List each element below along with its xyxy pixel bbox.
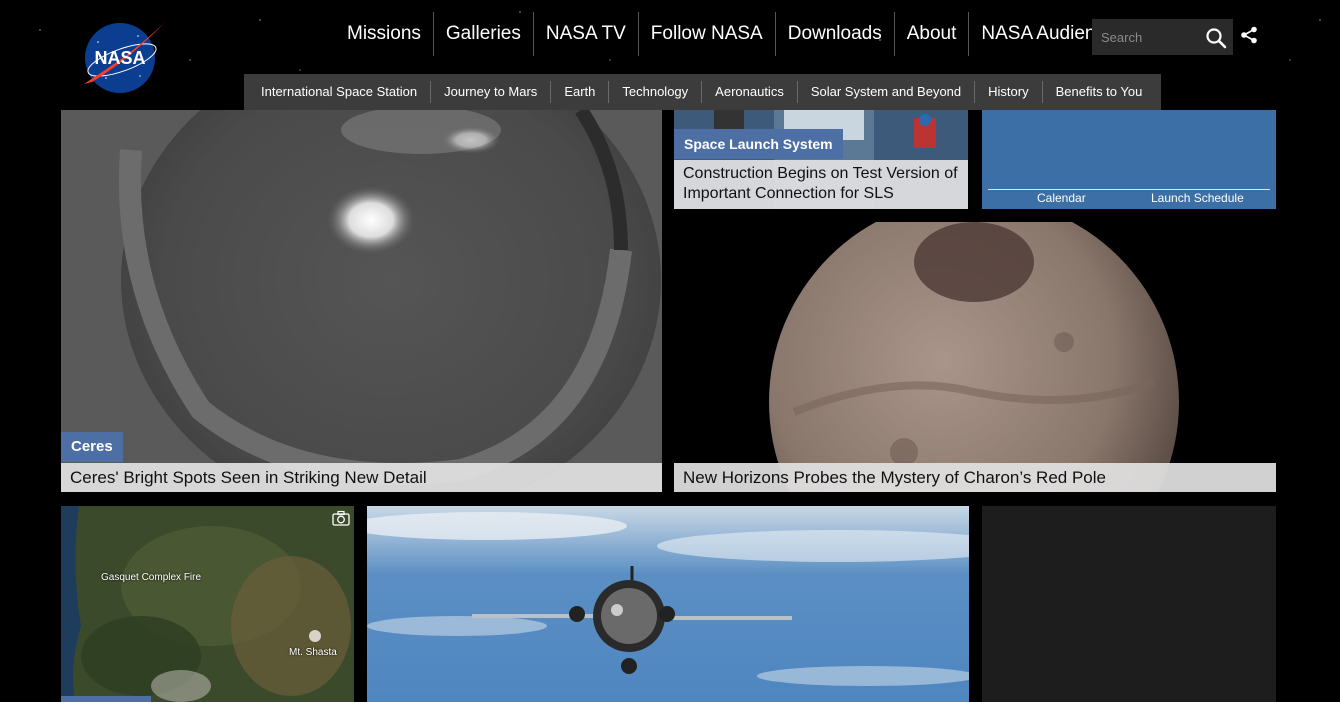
nav-nasa-tv[interactable]: NASA TV xyxy=(532,12,638,56)
search-box xyxy=(1092,19,1233,55)
map-label: Mt. Shasta xyxy=(289,647,337,658)
topic-journey-to-mars[interactable]: Journey to Mars xyxy=(430,81,550,103)
card-tag[interactable]: Ceres xyxy=(61,432,123,462)
svg-text:NASA: NASA xyxy=(94,48,145,68)
card-sls[interactable]: Space Launch System Construction Begins … xyxy=(674,110,968,209)
topic-iss[interactable]: International Space Station xyxy=(248,81,430,103)
search-input[interactable] xyxy=(1092,19,1206,55)
card-tag[interactable]: Space Launch System xyxy=(674,129,843,159)
nav-missions[interactable]: Missions xyxy=(335,12,433,56)
card-title[interactable]: New Horizons Probes the Mystery of Charo… xyxy=(674,463,1276,492)
nav-galleries[interactable]: Galleries xyxy=(432,12,533,56)
card-soyuz[interactable] xyxy=(367,506,969,702)
topic-solar-system[interactable]: Solar System and Beyond xyxy=(796,81,974,103)
search-icon[interactable] xyxy=(1205,27,1227,49)
charon-moon-image xyxy=(769,222,1179,492)
card-ceres[interactable]: Ceres Ceres' Bright Spots Seen in Striki… xyxy=(61,110,662,492)
camera-icon[interactable] xyxy=(332,510,350,526)
launch-schedule-link[interactable]: Launch Schedule xyxy=(1151,191,1244,205)
nav-follow-nasa[interactable]: Follow NASA xyxy=(637,12,775,56)
topic-aeronautics[interactable]: Aeronautics xyxy=(701,81,797,103)
card-title[interactable]: Construction Begins on Test Version of I… xyxy=(674,160,968,209)
card-fire-map[interactable]: Gasquet Complex Fire Mt. Shasta xyxy=(61,506,354,702)
card-calendar: Calendar Launch Schedule xyxy=(982,110,1276,209)
card-title[interactable]: Ceres' Bright Spots Seen in Striking New… xyxy=(61,463,662,492)
fire-satellite-image xyxy=(61,506,354,702)
topic-nav: International Space Station Journey to M… xyxy=(244,74,1162,110)
ceres-crater-image xyxy=(61,110,662,492)
share-icon[interactable] xyxy=(1240,26,1258,44)
main-nav: Missions Galleries NASA TV Follow NASA D… xyxy=(335,12,1137,56)
topic-technology[interactable]: Technology xyxy=(608,81,701,103)
soyuz-spacecraft-image xyxy=(367,506,969,702)
calendar-link[interactable]: Calendar xyxy=(1037,191,1086,205)
nav-downloads[interactable]: Downloads xyxy=(774,12,894,56)
dark-panel xyxy=(982,506,1276,702)
calendar-divider xyxy=(988,189,1270,190)
tag-strip xyxy=(61,696,151,702)
topic-earth[interactable]: Earth xyxy=(550,81,608,103)
nav-about[interactable]: About xyxy=(893,12,969,56)
topic-benefits[interactable]: Benefits to You xyxy=(1041,81,1156,103)
nasa-logo[interactable]: NASA xyxy=(78,18,166,94)
map-label: Gasquet Complex Fire xyxy=(101,572,202,583)
topic-history[interactable]: History xyxy=(974,81,1041,103)
card-charon[interactable]: New Horizons Probes the Mystery of Charo… xyxy=(674,222,1276,492)
